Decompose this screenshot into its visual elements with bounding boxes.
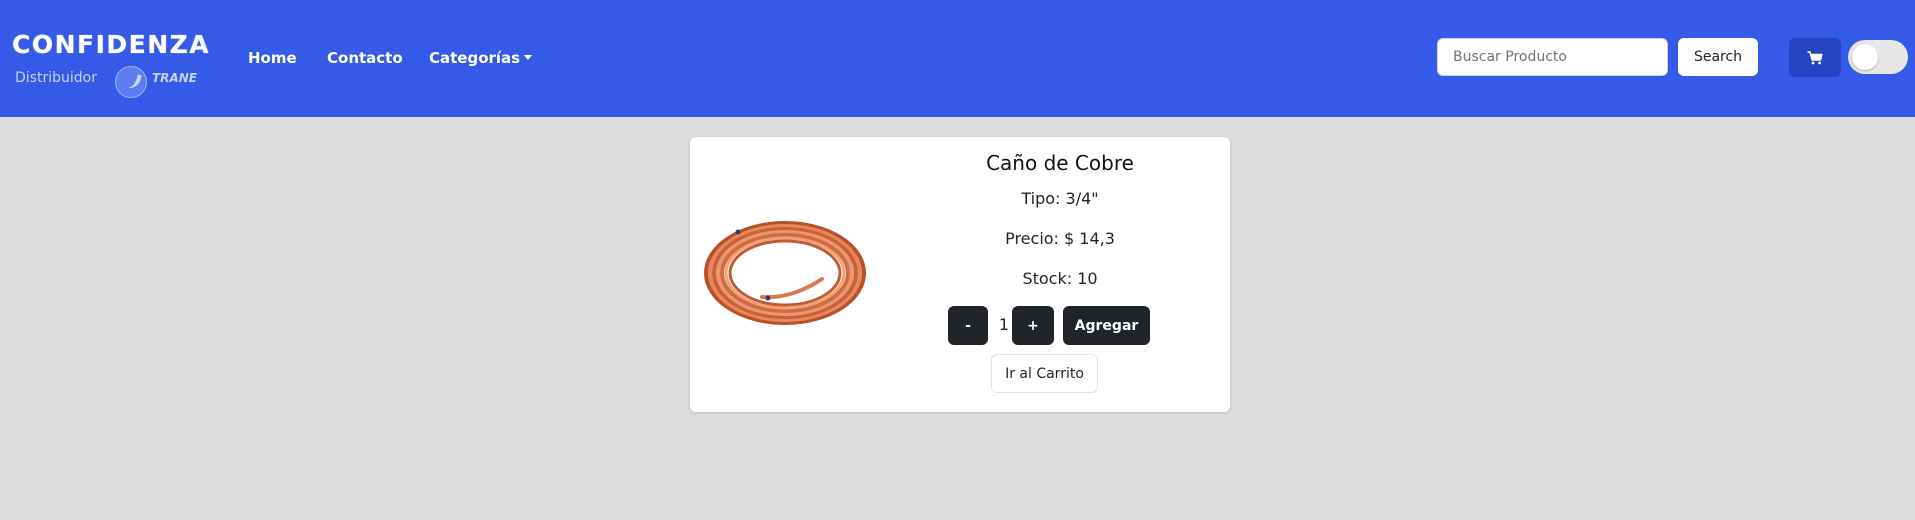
logo-wordmark: CONFIDENZA (12, 30, 211, 59)
nav-link-contacto[interactable]: Contacto (327, 49, 403, 67)
nav-link-categorias-label: Categorías (429, 49, 521, 67)
go-to-cart-button[interactable]: Ir al Carrito (991, 354, 1098, 393)
nav-link-home[interactable]: Home (248, 49, 297, 67)
cart-button[interactable] (1789, 38, 1841, 77)
product-stock: Stock: 10 (1022, 269, 1098, 288)
search-input[interactable] (1437, 38, 1668, 76)
shopping-cart-icon (1807, 50, 1823, 64)
add-to-cart-button[interactable]: Agregar (1063, 306, 1150, 345)
caret-down-icon (524, 55, 533, 60)
theme-toggle[interactable] (1848, 40, 1908, 74)
search-button[interactable]: Search (1678, 38, 1758, 76)
logo-subtitle: Distribuidor (15, 70, 97, 86)
trane-logo-icon (115, 66, 147, 98)
brand-logo[interactable]: CONFIDENZA Distribuidor TRANE (12, 30, 217, 98)
product-card: Caño de Cobre Tipo: 3/4" Precio: $ 14,3 … (690, 137, 1230, 412)
product-type: Tipo: 3/4" (1021, 189, 1099, 208)
increase-quantity-button[interactable]: + (1012, 306, 1054, 345)
navbar: CONFIDENZA Distribuidor TRANE Home Conta… (0, 0, 1915, 117)
quantity-value: 1 (998, 315, 1010, 334)
decrease-quantity-button[interactable]: - (948, 306, 988, 345)
logo-brand: TRANE (152, 71, 197, 85)
nav-link-categorias[interactable]: Categorías (429, 49, 533, 67)
product-title: Caño de Cobre (986, 151, 1134, 175)
toggle-knob (1852, 44, 1878, 70)
product-image (704, 221, 866, 325)
product-price: Precio: $ 14,3 (1005, 229, 1115, 248)
